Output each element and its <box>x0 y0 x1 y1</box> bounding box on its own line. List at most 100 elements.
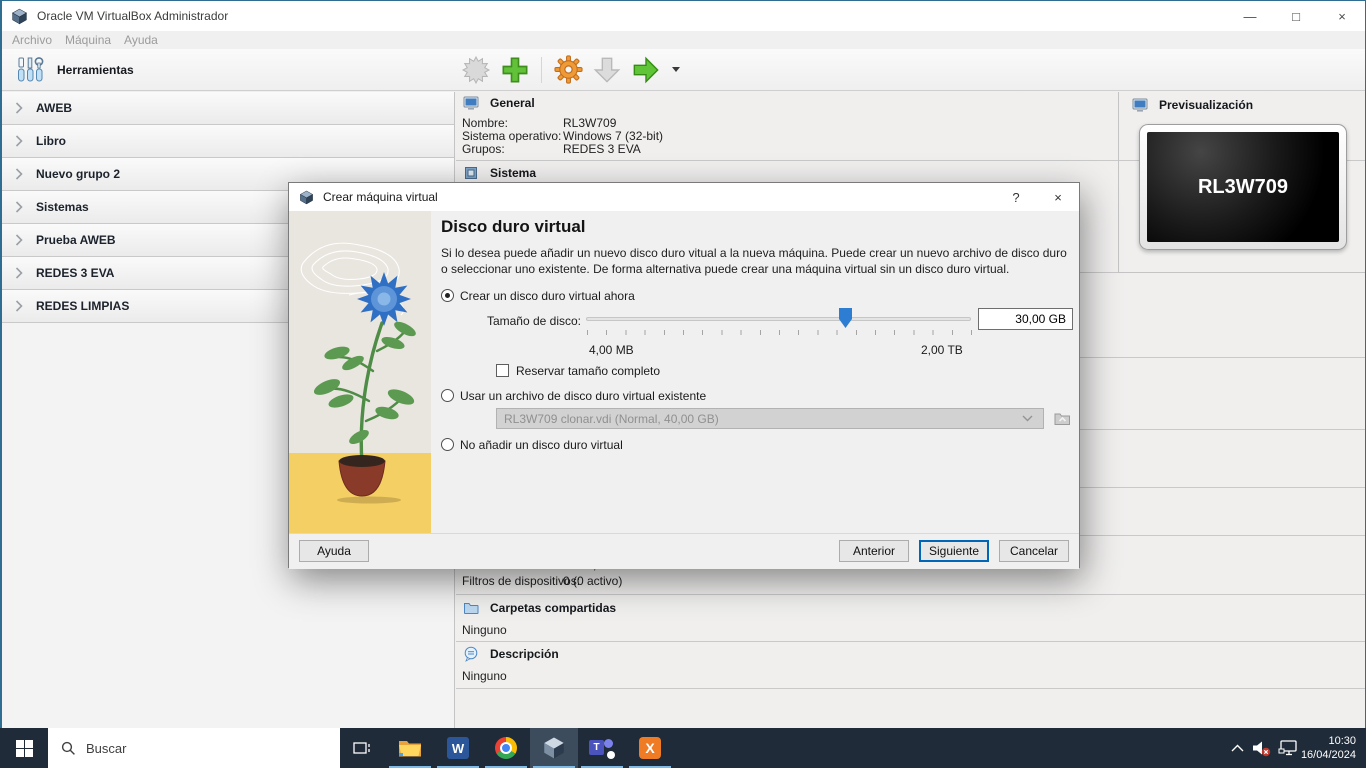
vm-preview-screen: RL3W709 <box>1147 132 1339 242</box>
taskbar-teams[interactable]: T <box>578 728 626 768</box>
section-preview[interactable]: Previsualización <box>1132 97 1253 113</box>
slider-max-label: 2,00 TB <box>921 343 963 357</box>
next-button[interactable]: Siguiente <box>919 540 989 562</box>
task-view-icon <box>353 742 370 754</box>
taskbar-virtualbox[interactable] <box>530 728 578 768</box>
tray-volume[interactable] <box>1248 728 1274 768</box>
taskbar-clock[interactable]: 10:30 16/04/2024 <box>1295 728 1362 768</box>
network-icon <box>1278 740 1297 756</box>
monitor-icon <box>1132 98 1148 112</box>
section-divider <box>456 594 1365 595</box>
menu-archivo[interactable]: Archivo <box>10 33 63 47</box>
tray-chevron-up[interactable] <box>1226 728 1248 768</box>
section-title: Carpetas compartidas <box>490 601 617 615</box>
start-dropdown-caret[interactable] <box>672 67 680 72</box>
group-label: AWEB <box>36 101 72 115</box>
chevron-right-icon <box>15 135 23 147</box>
add-vm-icon <box>502 57 528 82</box>
disk-size-slider-handle[interactable] <box>839 308 852 328</box>
section-title: Previsualización <box>1159 98 1254 112</box>
carpetas-value: Ninguno <box>462 623 507 637</box>
dialog-help-button[interactable]: ? <box>995 183 1037 211</box>
wizard-step-heading: Disco duro virtual <box>441 217 586 236</box>
row-label: Nombre: <box>462 116 509 130</box>
section-descripcion[interactable]: Descripción <box>463 646 559 662</box>
disk-size-slider-track[interactable] <box>586 317 971 321</box>
teams-status-dot <box>607 751 615 759</box>
start-vm-button[interactable] <box>631 55 661 85</box>
tools-header[interactable]: Herramientas <box>2 49 455 90</box>
start-button[interactable] <box>0 728 48 768</box>
choose-disk-file-button[interactable] <box>1052 408 1073 429</box>
group-label: Libro <box>36 134 66 148</box>
taskbar-word[interactable]: W <box>434 728 482 768</box>
chrome-icon <box>495 737 517 759</box>
settings-button[interactable] <box>553 55 583 85</box>
windows-logo-icon <box>15 739 33 757</box>
window-title: Oracle VM VirtualBox Administrador <box>37 9 229 23</box>
group-label: REDES 3 EVA <box>36 266 115 280</box>
new-vm-button[interactable] <box>461 55 491 85</box>
radio-create-disk[interactable] <box>441 289 454 302</box>
section-sistema[interactable]: Sistema <box>463 165 536 181</box>
add-vm-button[interactable] <box>500 55 530 85</box>
wizard-illustration <box>289 211 431 533</box>
full-size-checkbox-label: Reservar tamaño completo <box>516 364 661 378</box>
taskbar-chrome[interactable] <box>482 728 530 768</box>
row-value: REDES 3 EVA <box>563 142 641 156</box>
dialog-footer: Ayuda Anterior Siguiente Cancelar <box>289 533 1079 569</box>
sidebar-group-aweb[interactable]: AWEB <box>2 92 454 125</box>
section-title: General <box>490 96 535 110</box>
minimize-button[interactable]: — <box>1227 1 1273 31</box>
speaker-muted-icon <box>1252 741 1270 756</box>
toolbar-separator <box>541 56 542 83</box>
dialog-title: Crear máquina virtual <box>323 190 438 204</box>
section-title: Sistema <box>490 166 537 180</box>
group-label: Nuevo grupo 2 <box>36 167 121 181</box>
close-button[interactable]: × <box>1319 1 1365 31</box>
create-vm-dialog: Crear máquina virtual ? × Disco duro vir… <box>288 182 1080 569</box>
back-button[interactable]: Anterior <box>839 540 909 562</box>
chevron-right-icon <box>15 234 23 246</box>
section-carpetas[interactable]: Carpetas compartidas <box>463 600 616 616</box>
chevron-up-icon <box>1231 744 1243 752</box>
clock-time: 10:30 <box>1328 735 1356 747</box>
taskbar-xampp[interactable]: X <box>626 728 674 768</box>
disk-size-input[interactable] <box>978 308 1073 330</box>
slider-tick-marks <box>587 330 972 335</box>
chevron-right-icon <box>15 201 23 213</box>
section-general[interactable]: General <box>463 95 535 111</box>
windows-taskbar: W T X <box>0 728 1366 768</box>
tools-label: Herramientas <box>57 62 134 77</box>
row-label: Sistema operativo: <box>462 129 562 143</box>
radio-no-disk[interactable] <box>441 438 454 451</box>
group-label: Prueba AWEB <box>36 233 116 247</box>
section-title: Descripción <box>490 647 559 661</box>
menu-maquina[interactable]: Máquina <box>63 33 122 47</box>
chevron-right-icon <box>15 267 23 279</box>
group-label: Sistemas <box>36 200 89 214</box>
virtualbox-icon <box>544 737 564 759</box>
usb-row-filtros: Filtros de dispositivos: 0 (0 activo) <box>462 574 622 588</box>
file-explorer-icon <box>399 741 421 757</box>
menu-ayuda[interactable]: Ayuda <box>122 33 169 47</box>
cancel-button[interactable]: Cancelar <box>999 540 1069 562</box>
existing-disk-combobox[interactable]: RL3W709 clonar.vdi (Normal, 40,00 GB) <box>496 408 1044 429</box>
dialog-close-button[interactable]: × <box>1037 183 1079 211</box>
radio-use-existing-label: Usar un archivo de disco duro virtual ex… <box>460 389 707 403</box>
radio-use-existing-disk[interactable] <box>441 389 454 402</box>
full-size-checkbox[interactable] <box>496 364 509 377</box>
taskbar-file-explorer[interactable] <box>386 728 434 768</box>
discard-button[interactable] <box>592 55 622 85</box>
dialog-titlebar: Crear máquina virtual ? × <box>289 183 1079 211</box>
general-row-so: Sistema operativo: Windows 7 (32-bit) <box>462 129 663 143</box>
taskbar-search[interactable] <box>48 728 340 768</box>
help-button[interactable]: Ayuda <box>299 540 369 562</box>
search-input[interactable] <box>48 728 340 768</box>
plant-illustration <box>289 211 431 533</box>
task-view-button[interactable] <box>342 728 382 768</box>
maximize-button[interactable]: □ <box>1273 1 1319 31</box>
chip-icon <box>465 167 477 179</box>
sidebar-group-libro[interactable]: Libro <box>2 125 454 158</box>
menubar: Archivo Máquina Ayuda <box>2 31 1365 49</box>
